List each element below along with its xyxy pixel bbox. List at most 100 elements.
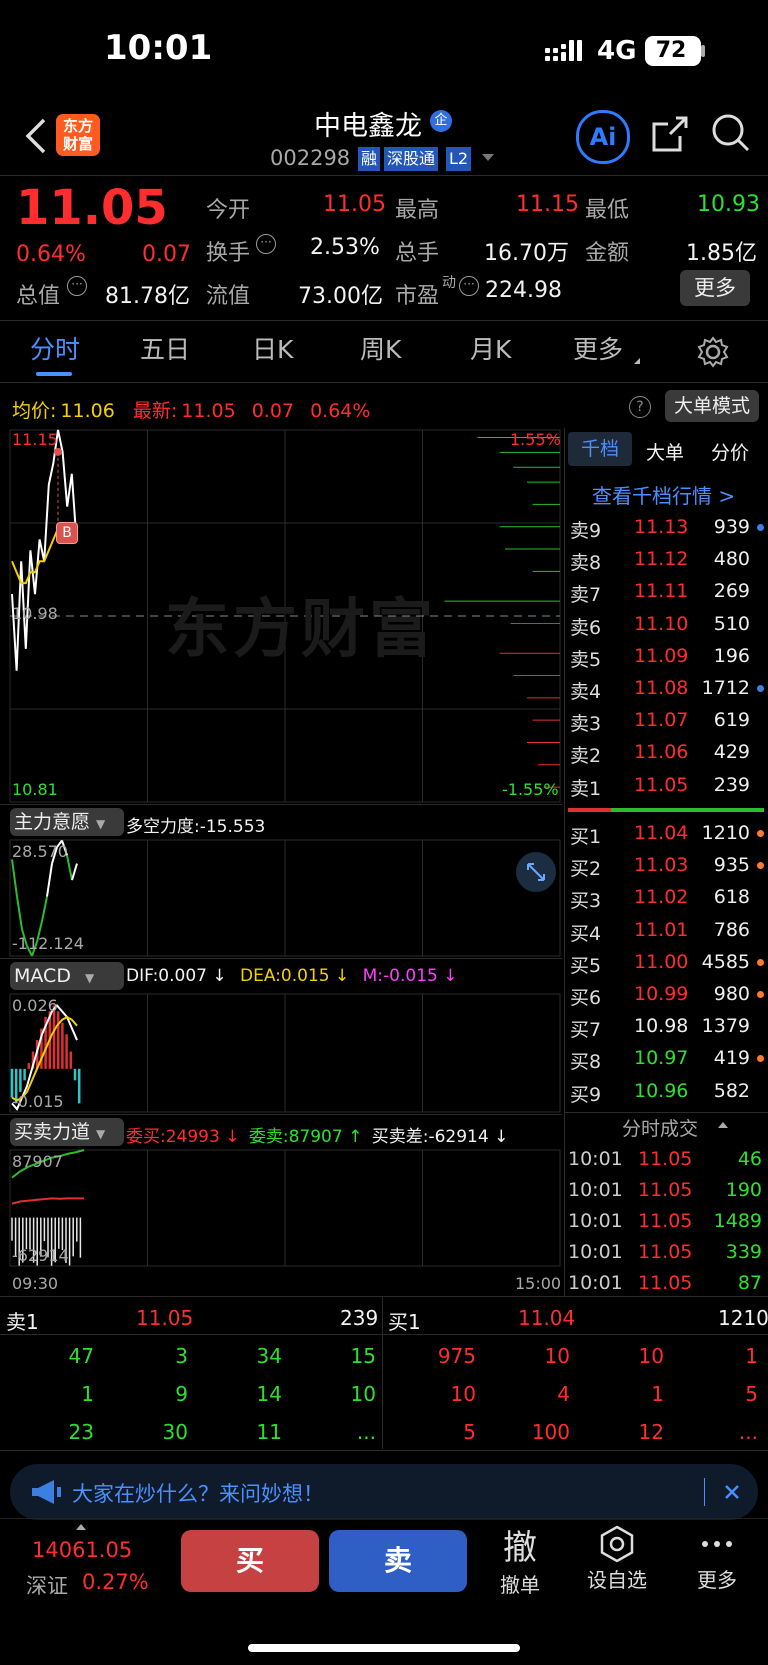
ask-level-row[interactable]: 卖1 11.05 239 (568, 770, 764, 802)
indicator-selector-macd[interactable]: MACD ▼ (10, 962, 124, 990)
expand-icon[interactable] (516, 852, 556, 892)
help-icon[interactable]: ? (629, 396, 651, 418)
info-icon[interactable]: ··· (256, 234, 276, 254)
back-icon[interactable] (22, 116, 48, 160)
tag-margin: 融 (358, 147, 381, 171)
order-dot-icon (757, 991, 764, 998)
info-icon[interactable]: ··· (67, 276, 87, 296)
trade-row: 10:01 11.05 46 (568, 1144, 764, 1176)
tab-weekly-k[interactable]: 周K (360, 330, 401, 366)
queue-cell: ... (738, 1420, 758, 1444)
search-icon[interactable] (710, 112, 752, 160)
bid-level-row[interactable]: 买4 11.01 786 (568, 915, 764, 947)
ask-level-row[interactable]: 卖3 11.07 619 (568, 705, 764, 737)
bid-level-row[interactable]: 买7 10.98 1379 (568, 1011, 764, 1043)
ask-level-volume: 939 (713, 516, 750, 538)
open-value: 11.05 (323, 192, 386, 217)
bid-level-row[interactable]: 买1 11.04 1210 (568, 818, 764, 850)
force-line-seg (16, 896, 23, 930)
trade-time: 10:01 (568, 1148, 623, 1170)
ask-level-label: 卖3 (570, 713, 602, 736)
tab-monthly-k[interactable]: 月K (470, 330, 511, 366)
app-logo[interactable]: 东方 财富 (56, 114, 100, 156)
ob-tab-big[interactable]: 大单 (646, 438, 684, 465)
queue-sell-price: 11.05 (136, 1306, 194, 1330)
tab-daily-k[interactable]: 日K (252, 330, 293, 366)
y-mid-label: 10.98 (12, 604, 58, 623)
ask-level-volume: 619 (713, 709, 750, 732)
ask-level-label: 卖8 (570, 552, 602, 575)
more-button[interactable]: 更多 (680, 270, 750, 306)
force-line-seg (11, 859, 18, 897)
trade-volume: 339 (725, 1241, 762, 1263)
tab-more[interactable]: 更多 (573, 330, 623, 366)
turnover-value: 2.53% (310, 235, 380, 260)
trades-title[interactable]: 分时成交 (622, 1114, 698, 1141)
bid-level-price: 10.97 (634, 1047, 689, 1070)
ask-level-row[interactable]: 卖2 11.06 429 (568, 737, 764, 769)
ask-level-row[interactable]: 卖8 11.12 480 (568, 544, 764, 576)
buy-sell-legend: 委买:24993 ↓ 委卖:87907 ↑ 买卖差:-62914 ↓ (126, 1122, 508, 1147)
watchlist-icon (582, 1524, 652, 1564)
bid-level-row[interactable]: 买6 10.99 980 (568, 979, 764, 1011)
mktcap-label: 总值 (16, 284, 61, 309)
bid-level-row[interactable]: 买9 10.96 582 (568, 1076, 764, 1108)
ask-level-volume: 239 (713, 773, 750, 796)
buy-button[interactable]: 买 (181, 1530, 319, 1592)
bid-level-row[interactable]: 买2 11.03 935 (568, 850, 764, 882)
indicator-selector-main-force[interactable]: 主力意愿 ▼ (10, 808, 124, 836)
info-icon[interactable]: ··· (459, 276, 479, 296)
queue-cell: 14 (256, 1382, 282, 1406)
status-time: 10:01 (104, 28, 213, 68)
banner-close-icon[interactable] (718, 1478, 746, 1510)
index-value[interactable]: 14061.05 (32, 1538, 132, 1562)
bottom-more-button[interactable]: 更多 (692, 1524, 742, 1593)
ask-level-row[interactable]: 卖5 11.09 196 (568, 641, 764, 673)
ob-tab-price[interactable]: 分价 (711, 438, 749, 465)
ask-level-volume: 480 (713, 548, 750, 571)
tab-five-day[interactable]: 五日 (140, 330, 190, 366)
bid-level-volume: 4585 (701, 950, 750, 973)
bid-level-volume: 618 (713, 886, 750, 909)
queue-cell: 1 (81, 1382, 94, 1406)
indicator-selector-buy-sell[interactable]: 买卖力道 ▼ (10, 1118, 124, 1146)
big-order-mode-button[interactable]: 大单模式 (665, 390, 759, 422)
network-type: 4G (597, 36, 637, 66)
tab-intraday[interactable]: 分时 (30, 330, 80, 366)
buy-marker[interactable]: B (56, 522, 78, 544)
ai-button[interactable]: Ai (576, 110, 630, 164)
index-pct[interactable]: 0.27% (82, 1570, 149, 1594)
ask-level-row[interactable]: 卖6 11.10 510 (568, 609, 764, 641)
bid-level-row[interactable]: 买8 10.97 419 (568, 1043, 764, 1075)
float-label: 流值 (206, 284, 251, 309)
view-depth-link[interactable]: 查看千档行情 > (592, 480, 735, 509)
queue-cell: 12 (638, 1420, 664, 1444)
cancel-label: 撤单 (500, 1573, 540, 1597)
bid-level-row[interactable]: 买3 11.02 618 (568, 882, 764, 914)
settings-gear-icon[interactable] (697, 336, 729, 372)
bid-level-label: 买3 (570, 890, 602, 913)
tag-connect: 深股通 (384, 147, 439, 171)
share-icon[interactable] (650, 114, 690, 158)
ask-level-volume: 429 (713, 741, 750, 764)
index-name[interactable]: 深证 (26, 1570, 68, 1600)
add-watchlist-button[interactable]: 设自选 (582, 1524, 652, 1593)
sell-button[interactable]: 卖 (329, 1530, 467, 1592)
bid-level-volume: 1210 (701, 822, 750, 844)
ask-level-price: 11.11 (634, 580, 689, 603)
battery-icon: 72 (645, 36, 701, 66)
queue-cell: 15 (350, 1344, 376, 1368)
queue-cell: 23 (68, 1420, 94, 1444)
trade-price: 11.05 (638, 1148, 693, 1170)
bid-level-volume: 786 (713, 918, 750, 941)
latest-value: 11.05 (181, 400, 236, 422)
ob-tab-depth[interactable]: 千档 (568, 432, 632, 466)
ask-level-row[interactable]: 卖9 11.13 939 (568, 512, 764, 544)
ask-banner[interactable]: 大家在炒什么？来问妙想！ (10, 1464, 758, 1520)
ask-level-row[interactable]: 卖4 11.08 1712 (568, 673, 764, 705)
tag-dropdown-icon[interactable] (482, 154, 494, 161)
right-bottom-label: -1.55% (502, 780, 559, 799)
cancel-order-button[interactable]: 撤 撤单 (490, 1520, 550, 1598)
ask-level-row[interactable]: 卖7 11.11 269 (568, 576, 764, 608)
bid-level-row[interactable]: 买5 11.00 4585 (568, 947, 764, 979)
